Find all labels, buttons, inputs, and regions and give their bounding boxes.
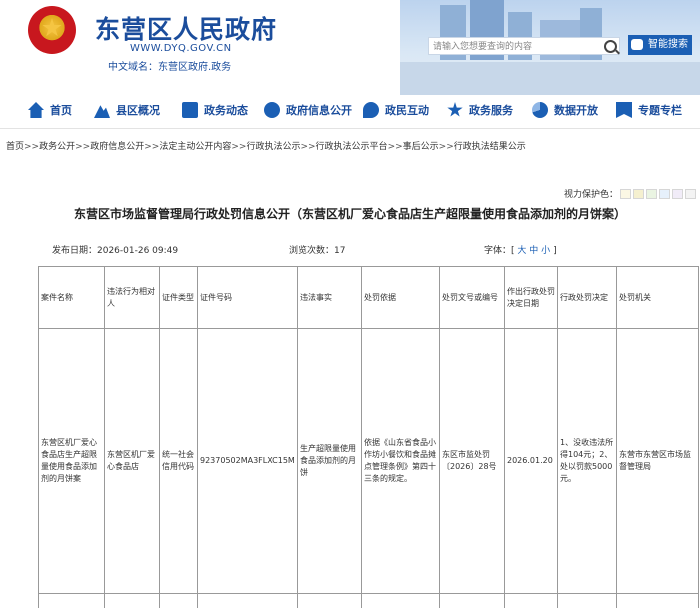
table-header-cell: 违法行为相对人 [105,267,160,329]
breadcrumb-item[interactable]: 政府信息公开 [90,142,144,152]
nav-item-label: 政府信息公开 [286,102,352,118]
national-emblem-icon [28,6,76,54]
search-input[interactable]: 请输入您想要查询的内容 [428,37,620,55]
font-close: ] [553,246,557,256]
nav-item-label: 政务动态 [204,102,248,118]
table-cell-id-number: 92370502MA3FLXC15M [198,329,298,594]
table-cell-id-type: 统一社会信用代码 [160,329,198,594]
eye-protection-label: 视力保护色： [564,187,618,200]
nav-item-topics[interactable]: 专题专栏 [616,95,682,125]
smart-search-button[interactable]: 智能搜索 [628,35,692,55]
breadcrumb-item[interactable]: 首页 [6,142,24,152]
table-header-cell: 证件类型 [160,267,198,329]
site-domain: 中文域名：东营区政府.政务 [108,58,231,73]
nav-item-label: 政民互动 [385,102,429,118]
nav-item-label: 政务服务 [469,102,513,118]
data-icon [532,102,548,118]
table-cell-decision: 1、没收违法所得104元；2、处以罚款5000元。 [558,329,617,594]
table-header-cell: 违法事实 [298,267,362,329]
breadcrumb-item[interactable]: 行政执法结果公示 [454,142,526,152]
topic-icon [616,102,632,118]
nav-item-county-overview[interactable]: 县区概况 [94,95,160,125]
search-icon[interactable] [604,40,617,53]
nav-item-label: 数据开放 [554,102,598,118]
table-header-cell: 处罚文号或编号 [440,267,505,329]
eye-protection-selector: 视力保护色： [564,187,696,200]
color-swatch[interactable] [633,189,644,199]
table-cell-basis: 依据《山东省食品小作坊小餐饮和食品摊点管理条例》第四十三条的规定。 [362,329,440,594]
nav-item-home[interactable]: 首页 [28,95,72,125]
table-header-cell: 处罚依据 [362,267,440,329]
color-swatch[interactable] [620,189,631,199]
news-icon [182,102,198,118]
breadcrumb-item[interactable]: 政务公开 [39,142,75,152]
table-cell-date: 2026.01.20 [505,329,558,594]
mountain-icon [94,102,110,118]
nav-item-info-open[interactable]: 政府信息公开 [264,95,352,125]
table-header-cell: 行政处罚决定 [558,267,617,329]
breadcrumb: 首页>>政务公开>>政府信息公开>>法定主动公开内容>>行政执法公示>>行政执法… [6,139,526,152]
nav-item-interaction[interactable]: 政民互动 [363,95,429,125]
nav-item-services[interactable]: 政务服务 [447,95,513,125]
font-small-link[interactable]: 小 [541,246,550,256]
color-swatch[interactable] [659,189,670,199]
table-cell-authority: 东营市东营区市场监督管理局 [617,329,699,594]
font-size-control: 字体：[ 大 中 小 ] [484,243,557,256]
page-title: 东营区市场监督管理局行政处罚信息公开（东营区机厂爱心食品店生产超限量使用食品添加… [0,205,700,222]
nav-divider [0,128,700,129]
font-medium-link[interactable]: 中 [529,246,538,256]
nav-item-news[interactable]: 政务动态 [182,95,248,125]
breadcrumb-item[interactable]: 行政执法公示 [246,142,300,152]
table-cell-facts: 生产超限量使用食品添加剂的月饼 [298,329,362,594]
nav-item-label: 专题专栏 [638,102,682,118]
nav-item-open-data[interactable]: 数据开放 [532,95,598,125]
color-swatch[interactable] [672,189,683,199]
font-large-link[interactable]: 大 [517,246,526,256]
table-header-cell: 案件名称 [39,267,105,329]
table-row: 东营区机厂爱心食品店生产超限量使用食品添加剂的月饼案 东营区机厂爱心食品店 统一… [39,329,699,594]
view-count: 浏览次数：17 [289,243,345,256]
table-header-cell: 作出行政处罚决定日期 [505,267,558,329]
font-label: 字体：[ [484,246,515,256]
breadcrumb-item[interactable]: 行政执法公示平台 [316,142,388,152]
color-swatch[interactable] [685,189,696,199]
table-header-cell: 处罚机关 [617,267,699,329]
site-title[interactable]: 东营区人民政府 [95,10,277,46]
table-cell-doc-number: 东区市监处罚〔2026〕28号 [440,329,505,594]
chat-icon [363,102,379,118]
publish-date: 发布日期：2026-01-26 09:49 [52,243,178,256]
site-header: 东营区人民政府 WWW.DYQ.GOV.CN 中文域名：东营区政府.政务 请输入… [0,0,700,95]
color-swatch[interactable] [646,189,657,199]
table-header-cell: 证件号码 [198,267,298,329]
table-cell-party: 东营区机厂爱心食品店 [105,329,160,594]
robot-icon [631,39,643,50]
penalty-table: 案件名称 违法行为相对人 证件类型 证件号码 违法事实 处罚依据 处罚文号或编号… [38,266,699,608]
breadcrumb-item[interactable]: 法定主动公开内容 [159,142,231,152]
nav-item-label: 首页 [50,102,72,118]
main-nav: 首页 县区概况 政务动态 政府信息公开 政民互动 政务服务 数据开放 专题专栏 [0,95,700,125]
home-icon [28,102,44,118]
smart-search-label: 智能搜索 [648,39,688,50]
table-cell-case-name: 东营区机厂爱心食品店生产超限量使用食品添加剂的月饼案 [39,329,105,594]
site-url: WWW.DYQ.GOV.CN [130,43,232,54]
nav-item-label: 县区概况 [116,102,160,118]
table-row-continuation [39,594,699,608]
star-icon [447,102,463,118]
info-open-icon [264,102,280,118]
breadcrumb-item[interactable]: 事后公示 [403,142,439,152]
table-header-row: 案件名称 违法行为相对人 证件类型 证件号码 违法事实 处罚依据 处罚文号或编号… [39,267,699,329]
